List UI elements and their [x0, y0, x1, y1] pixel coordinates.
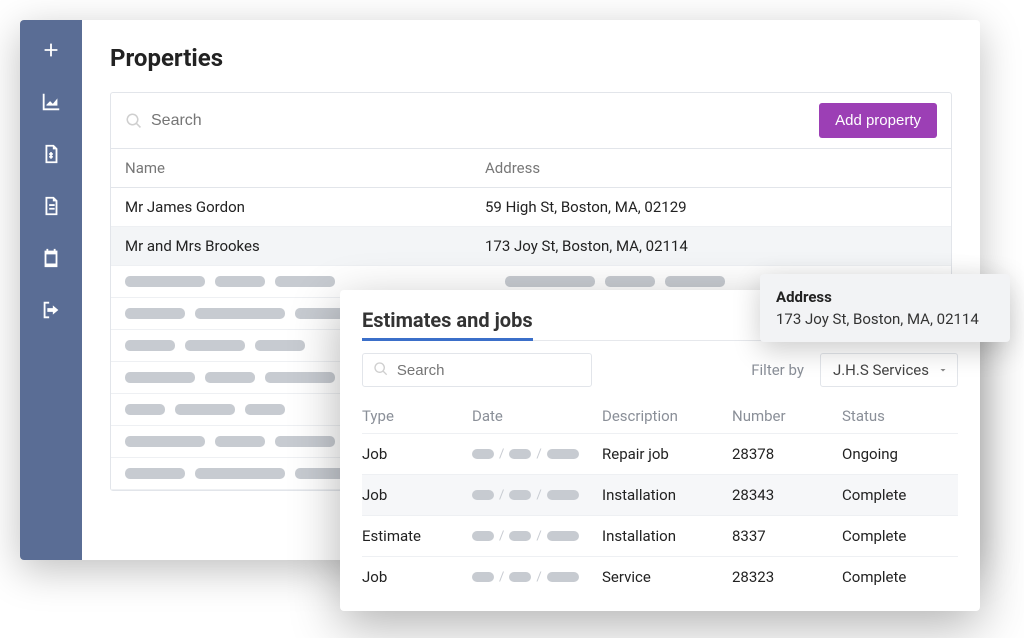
- cell-type: Job: [362, 568, 472, 586]
- calendar-icon[interactable]: [39, 246, 63, 270]
- cell-description: Installation: [602, 527, 732, 545]
- cell-type: Job: [362, 445, 472, 463]
- popup-search-input[interactable]: [397, 362, 581, 379]
- cell-date: //: [472, 447, 602, 462]
- col-header-name: Name: [125, 159, 485, 177]
- cell-date: //: [472, 570, 602, 585]
- cell-number: 8337: [732, 527, 842, 545]
- cell-name: Mr and Mrs Brookes: [125, 237, 485, 255]
- col-type: Type: [362, 407, 472, 425]
- cell-name: Mr James Gordon: [125, 198, 485, 216]
- cell-status: Complete: [842, 527, 958, 545]
- jobs-header: Type Date Description Number Status: [362, 399, 958, 433]
- address-tooltip-title: Address: [776, 288, 994, 306]
- table-row[interactable]: Mr and Mrs Brookes 173 Joy St, Boston, M…: [111, 227, 951, 266]
- add-property-button[interactable]: Add property: [819, 103, 937, 138]
- cell-address: 173 Joy St, Boston, MA, 02114: [485, 237, 937, 255]
- cell-date: //: [472, 488, 602, 503]
- filter-selected-value: J.H.S Services: [833, 361, 929, 379]
- search-icon: [125, 112, 143, 130]
- cell-description: Service: [602, 568, 732, 586]
- jobs-row[interactable]: Job // Installation 28343 Complete: [362, 474, 958, 515]
- cell-description: Repair job: [602, 445, 732, 463]
- filter-by-label: Filter by: [751, 361, 804, 379]
- search-wrap: [125, 112, 819, 130]
- chart-icon[interactable]: [39, 90, 63, 114]
- search-row: Add property: [111, 93, 951, 149]
- table-header: Name Address: [111, 149, 951, 188]
- filter-select[interactable]: J.H.S Services: [820, 353, 958, 387]
- cell-type: Estimate: [362, 527, 472, 545]
- cell-number: 28378: [732, 445, 842, 463]
- jobs-row[interactable]: Job // Repair job 28378 Ongoing: [362, 433, 958, 474]
- chevron-down-icon: [937, 364, 949, 376]
- search-icon: [373, 361, 389, 379]
- cell-status: Complete: [842, 486, 958, 504]
- cell-number: 28323: [732, 568, 842, 586]
- logout-icon[interactable]: [39, 298, 63, 322]
- search-input[interactable]: [151, 112, 819, 130]
- popup-title: Estimates and jobs: [362, 308, 533, 341]
- col-number: Number: [732, 407, 842, 425]
- col-status: Status: [842, 407, 958, 425]
- jobs-row[interactable]: Job // Service 28323 Complete: [362, 556, 958, 597]
- cell-type: Job: [362, 486, 472, 504]
- col-description: Description: [602, 407, 732, 425]
- popup-search-wrap: [362, 353, 592, 387]
- popup-search-row: Filter by J.H.S Services: [362, 353, 958, 387]
- address-tooltip: Address 173 Joy St, Boston, MA, 02114: [760, 274, 1010, 342]
- cell-address: 59 High St, Boston, MA, 02129: [485, 198, 937, 216]
- cell-date: //: [472, 529, 602, 544]
- jobs-row[interactable]: Estimate // Installation 8337 Complete: [362, 515, 958, 556]
- col-header-address: Address: [485, 159, 937, 177]
- plus-icon[interactable]: [39, 38, 63, 62]
- invoice-icon[interactable]: [39, 142, 63, 166]
- address-tooltip-body: 173 Joy St, Boston, MA, 02114: [776, 310, 994, 328]
- cell-description: Installation: [602, 486, 732, 504]
- cell-status: Ongoing: [842, 445, 958, 463]
- cell-number: 28343: [732, 486, 842, 504]
- document-icon[interactable]: [39, 194, 63, 218]
- page-title: Properties: [110, 44, 952, 72]
- cell-status: Complete: [842, 568, 958, 586]
- table-row[interactable]: Mr James Gordon 59 High St, Boston, MA, …: [111, 188, 951, 227]
- sidebar: [20, 20, 82, 560]
- col-date: Date: [472, 407, 602, 425]
